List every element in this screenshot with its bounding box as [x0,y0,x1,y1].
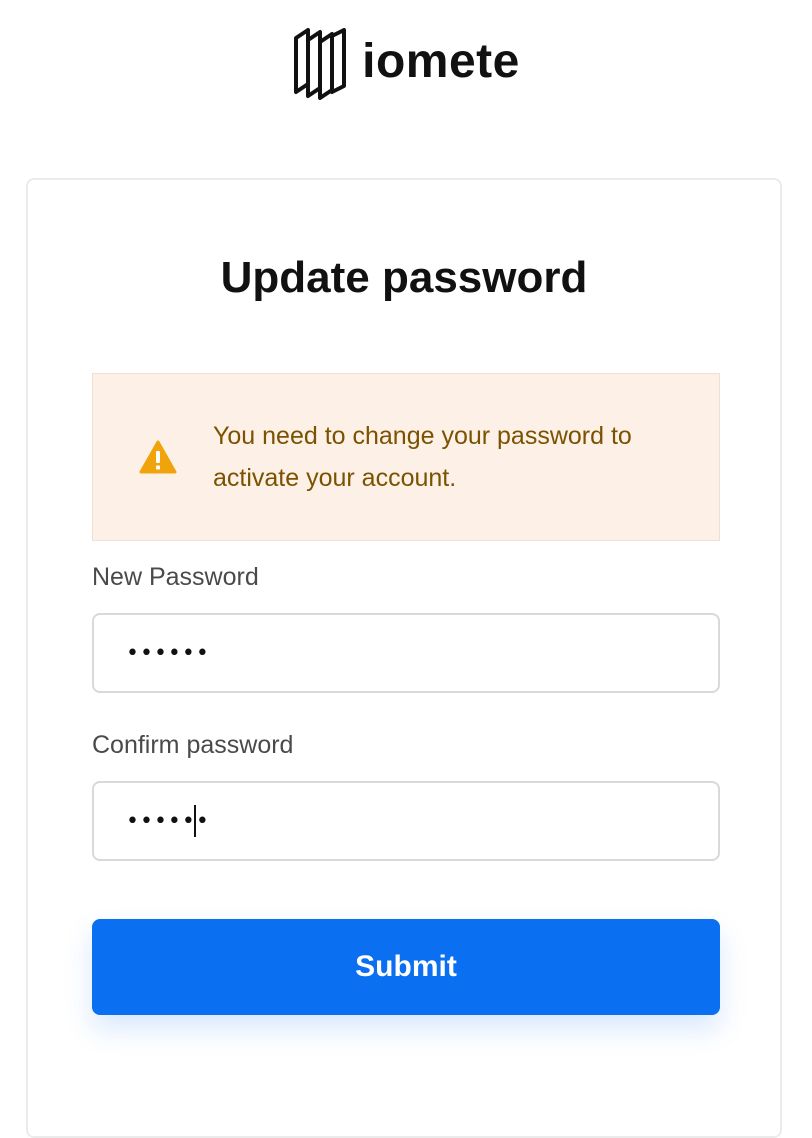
warning-alert: You need to change your password to acti… [92,373,720,541]
submit-button[interactable]: Submit [92,919,720,1015]
confirm-password-label: Confirm password [92,731,294,759]
warning-triangle-icon [139,440,177,474]
brand-name: iomete [362,35,520,88]
page-title: Update password [220,253,588,302]
new-password-input[interactable] [92,613,720,693]
text-cursor [194,805,196,837]
new-password-label: New Password [92,563,259,591]
iomete-logo-icon [294,28,347,100]
confirm-password-input[interactable] [92,781,720,861]
alert-message: You need to change your password to acti… [213,422,632,492]
brand-header: iomete [0,26,812,102]
update-password-card: Update password You need to change your … [26,178,782,1138]
